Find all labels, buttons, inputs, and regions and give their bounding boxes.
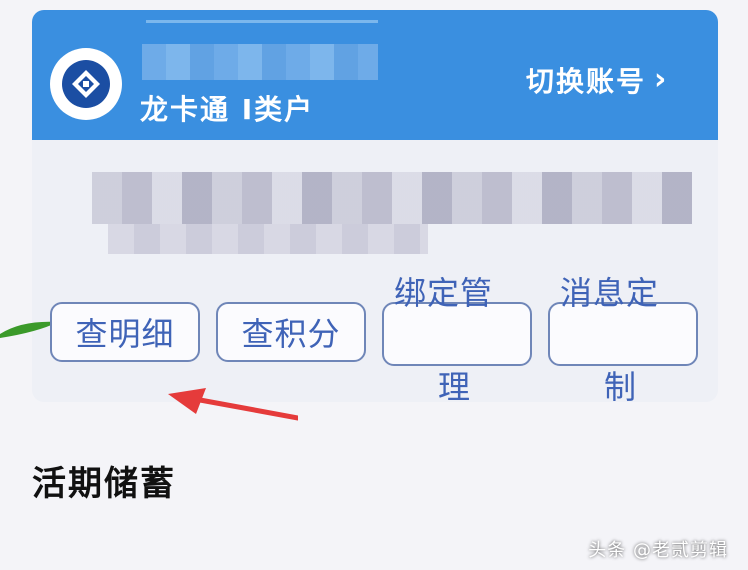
switch-account-link[interactable]: 切换账号 › xyxy=(526,60,668,100)
card-header: 龙卡通 Ⅰ类户 切换账号 › xyxy=(32,10,718,140)
bind-management-label-line2: 理 xyxy=(438,368,472,406)
bind-management-label-line1: 绑定管 xyxy=(394,274,494,312)
ccb-logo-icon xyxy=(50,48,122,120)
watermark: 头条 @老贰剪辑 xyxy=(588,540,728,561)
view-points-button[interactable]: 查积分 xyxy=(216,302,366,362)
masked-card-number xyxy=(92,172,692,224)
message-customization-label-line2: 制 xyxy=(604,368,638,406)
section-title-current-savings: 活期储蓄 xyxy=(32,464,176,504)
message-customization-label-line1: 消息定 xyxy=(560,274,660,312)
chevron-right-icon: › xyxy=(654,62,669,97)
red-arrow-annotation-icon xyxy=(168,388,298,421)
view-details-button[interactable]: 查明细 xyxy=(50,302,200,362)
masked-card-number-line2 xyxy=(108,224,428,254)
masked-info-top xyxy=(146,20,378,23)
masked-account-name xyxy=(142,44,378,80)
switch-account-label: 切换账号 xyxy=(526,65,647,98)
card-type-label: 龙卡通 Ⅰ类户 xyxy=(140,93,315,126)
